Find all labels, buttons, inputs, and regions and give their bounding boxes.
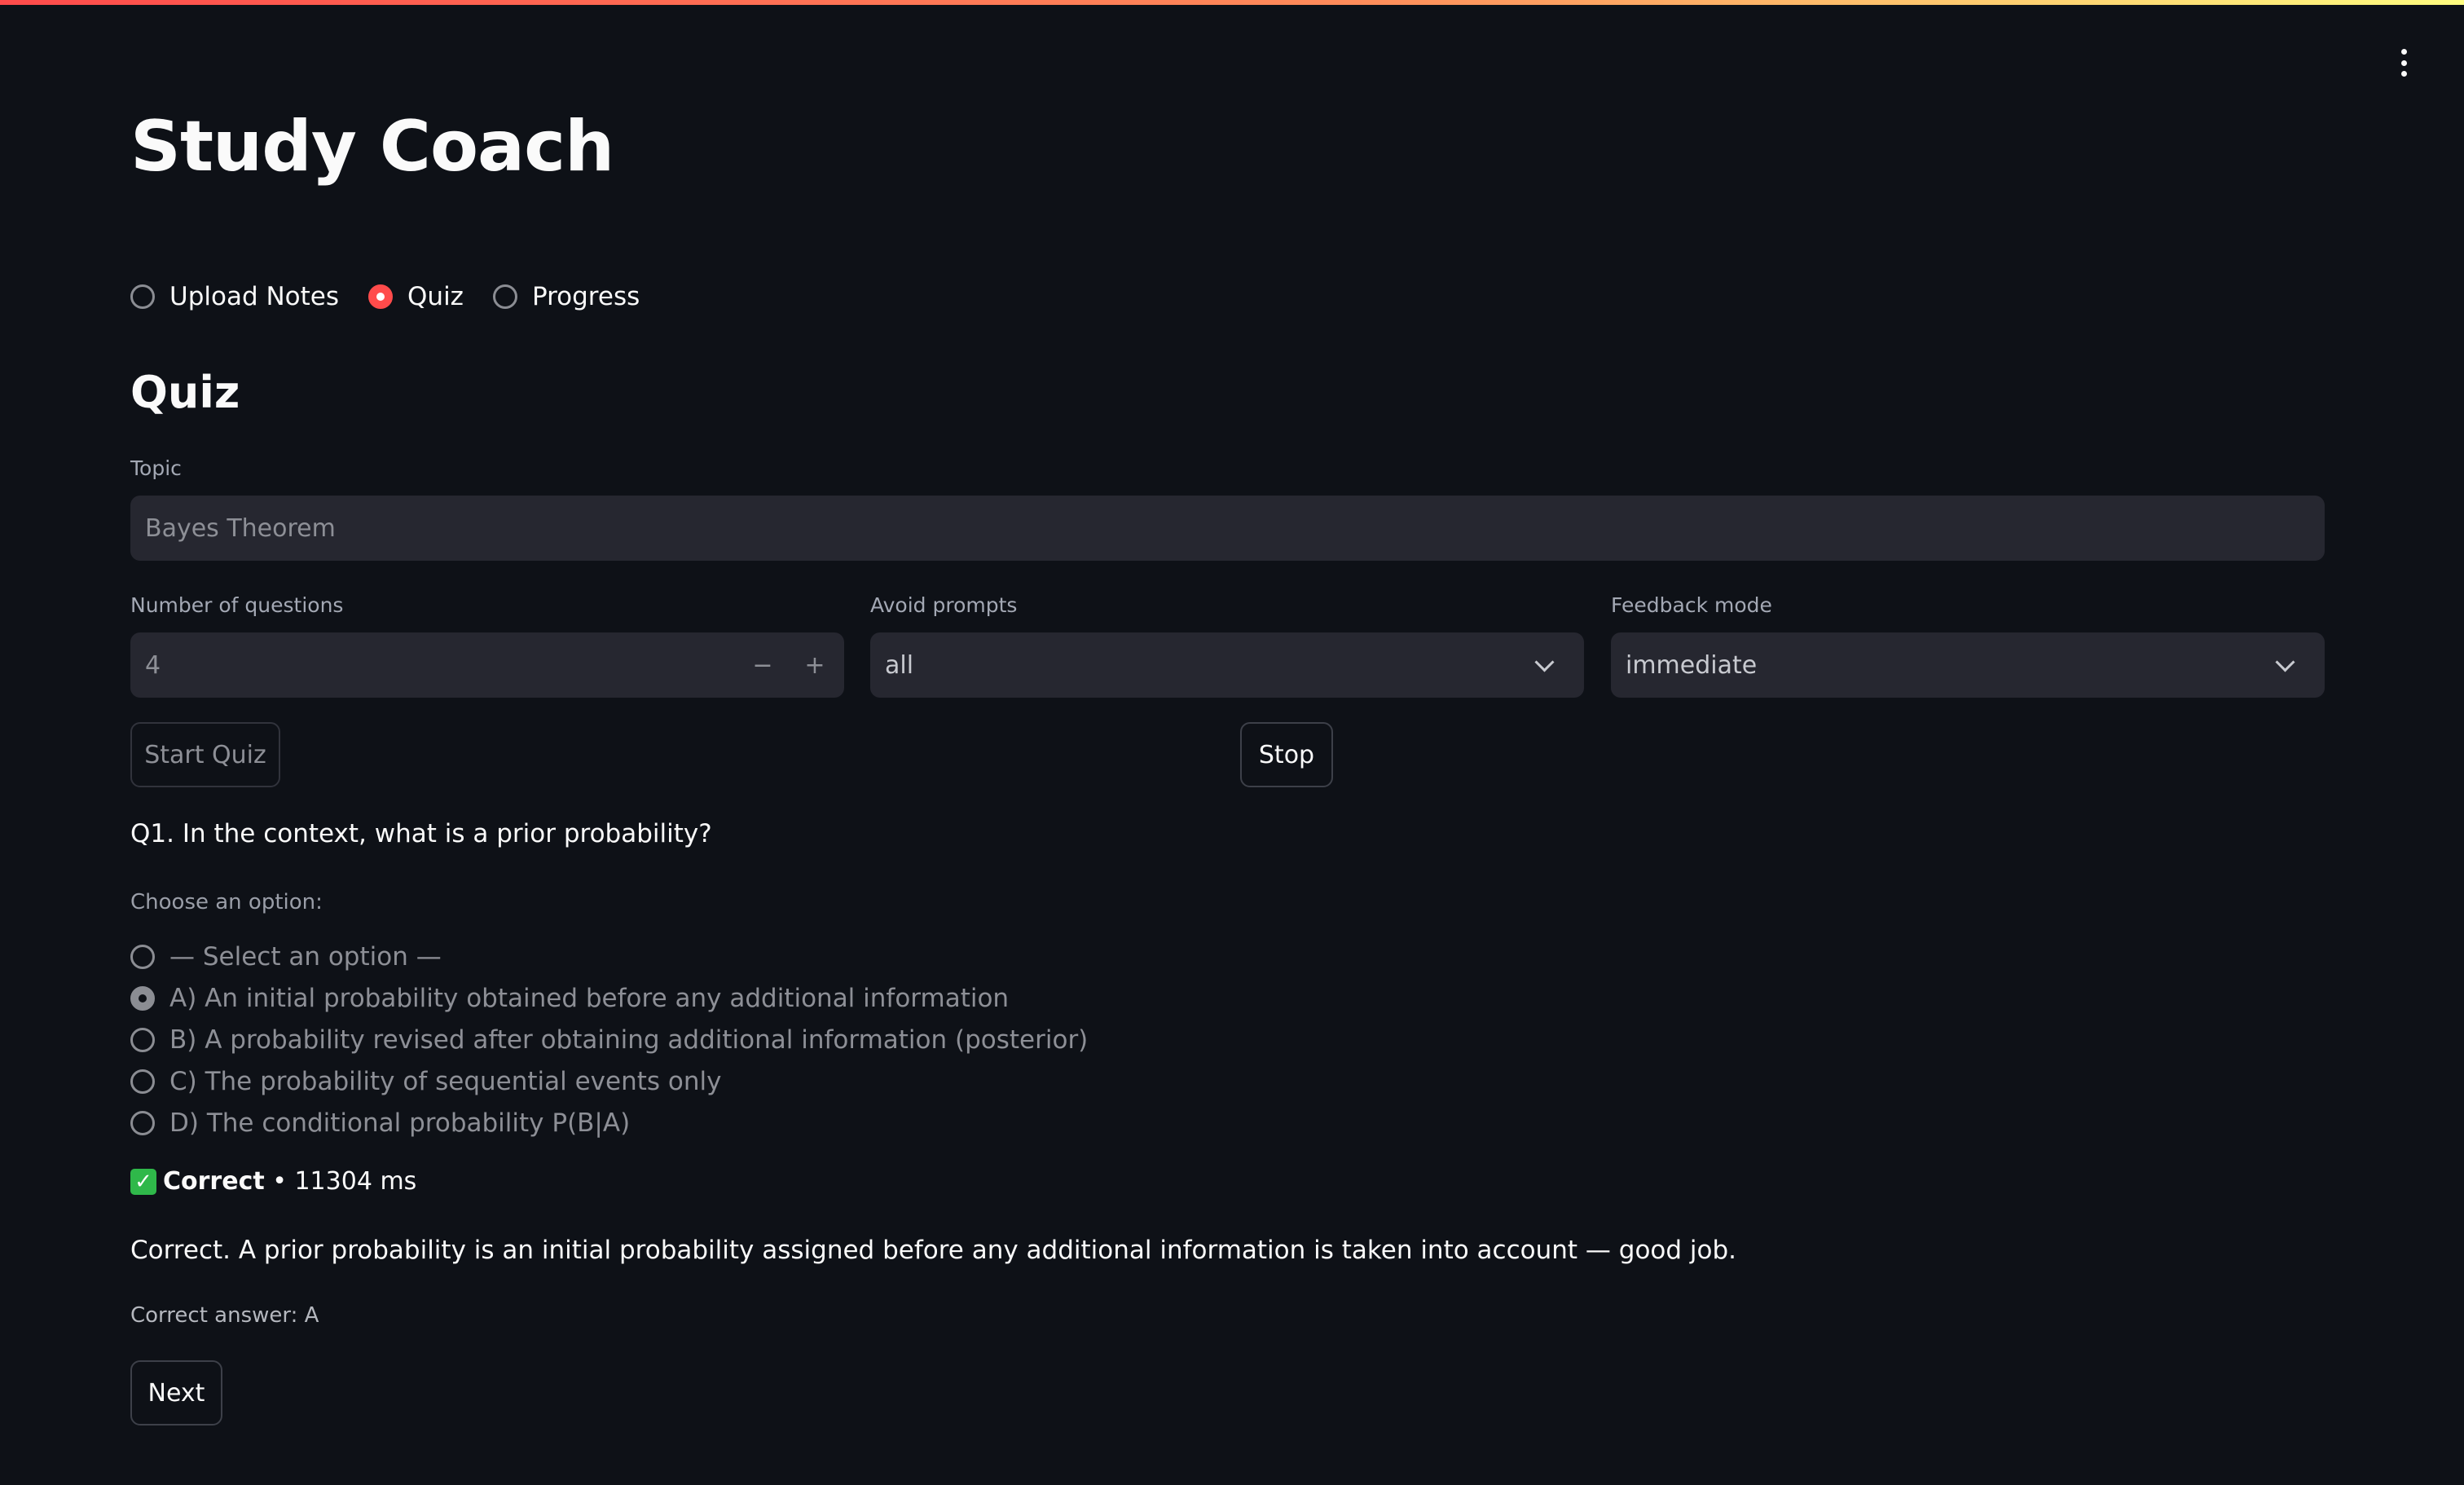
radio-unselected-icon[interactable] <box>492 284 517 309</box>
correct-answer-text: Correct answer: A <box>130 1303 319 1328</box>
feedback-mode-label: Feedback mode <box>1611 593 1772 617</box>
check-mark-icon: ✓ <box>130 1168 156 1195</box>
option-d[interactable]: D) The conditional probability P(B|A) <box>130 1102 1088 1143</box>
result-status: Correct <box>163 1167 265 1196</box>
more-vertical-icon[interactable] <box>2396 49 2412 77</box>
avoid-prompts-label: Avoid prompts <box>870 593 1018 617</box>
radio-unselected-icon[interactable] <box>130 944 155 969</box>
topic-label: Topic <box>130 456 182 480</box>
nav-item-upload-notes[interactable]: Upload Notes <box>130 282 339 311</box>
radio-selected-icon[interactable] <box>368 284 394 309</box>
option-b[interactable]: B) A probability revised after obtaining… <box>130 1019 1088 1060</box>
option-label: A) An initial probability obtained befor… <box>169 983 1010 1013</box>
option-label: D) The conditional probability P(B|A) <box>169 1108 631 1138</box>
option-a[interactable]: A) An initial probability obtained befor… <box>130 977 1088 1019</box>
page-nav-radio-group: Upload Notes Quiz Progress <box>130 282 669 311</box>
num-questions-label: Number of questions <box>130 593 344 617</box>
avoid-prompts-value: all <box>885 650 914 680</box>
decrement-button[interactable]: − <box>740 632 785 698</box>
choose-option-label: Choose an option: <box>130 890 323 914</box>
num-questions-input[interactable]: 4 − + <box>130 632 844 698</box>
next-button[interactable]: Next <box>130 1360 222 1426</box>
option-c[interactable]: C) The probability of sequential events … <box>130 1060 1088 1102</box>
app-title: Study Coach <box>130 106 614 187</box>
feedback-mode-value: immediate <box>1626 650 1758 680</box>
avoid-prompts-select[interactable]: all <box>870 632 1584 698</box>
radio-unselected-icon[interactable] <box>130 1069 155 1094</box>
option-label: B) A probability revised after obtaining… <box>169 1025 1089 1055</box>
radio-unselected-icon[interactable] <box>130 1110 155 1135</box>
topic-input[interactable]: Bayes Theorem <box>130 496 2325 561</box>
nav-item-quiz[interactable]: Quiz <box>368 282 464 311</box>
increment-button[interactable]: + <box>792 632 838 698</box>
result-line: ✓ Correct • 11304 ms <box>130 1167 416 1196</box>
nav-item-label: Progress <box>531 282 640 311</box>
start-quiz-button[interactable]: Start Quiz <box>130 722 280 787</box>
nav-item-label: Upload Notes <box>169 282 340 311</box>
explanation-text: Correct. A prior probability is an initi… <box>130 1236 1737 1265</box>
chevron-down-icon <box>2275 652 2295 672</box>
question-text: Q1. In the context, what is a prior prob… <box>130 819 712 848</box>
stop-button[interactable]: Stop <box>1240 722 1333 787</box>
radio-unselected-icon[interactable] <box>130 284 155 309</box>
top-decoration-bar <box>0 0 2464 5</box>
result-time: 11304 ms <box>294 1167 417 1196</box>
radio-selected-icon[interactable] <box>130 985 155 1011</box>
topic-input-value: Bayes Theorem <box>145 513 336 543</box>
option-label: C) The probability of sequential events … <box>169 1066 722 1096</box>
chevron-down-icon <box>1534 652 1555 672</box>
nav-item-progress[interactable]: Progress <box>492 282 640 311</box>
radio-unselected-icon[interactable] <box>130 1027 155 1052</box>
feedback-mode-select[interactable]: immediate <box>1611 632 2325 698</box>
result-separator: • <box>264 1167 295 1196</box>
answer-options-radio-group: — Select an option — A) An initial proba… <box>130 936 1088 1143</box>
option-label: — Select an option — <box>169 941 442 972</box>
num-questions-value: 4 <box>145 650 161 680</box>
option-placeholder[interactable]: — Select an option — <box>130 936 1088 977</box>
nav-item-label: Quiz <box>407 282 464 311</box>
section-heading: Quiz <box>130 367 240 418</box>
